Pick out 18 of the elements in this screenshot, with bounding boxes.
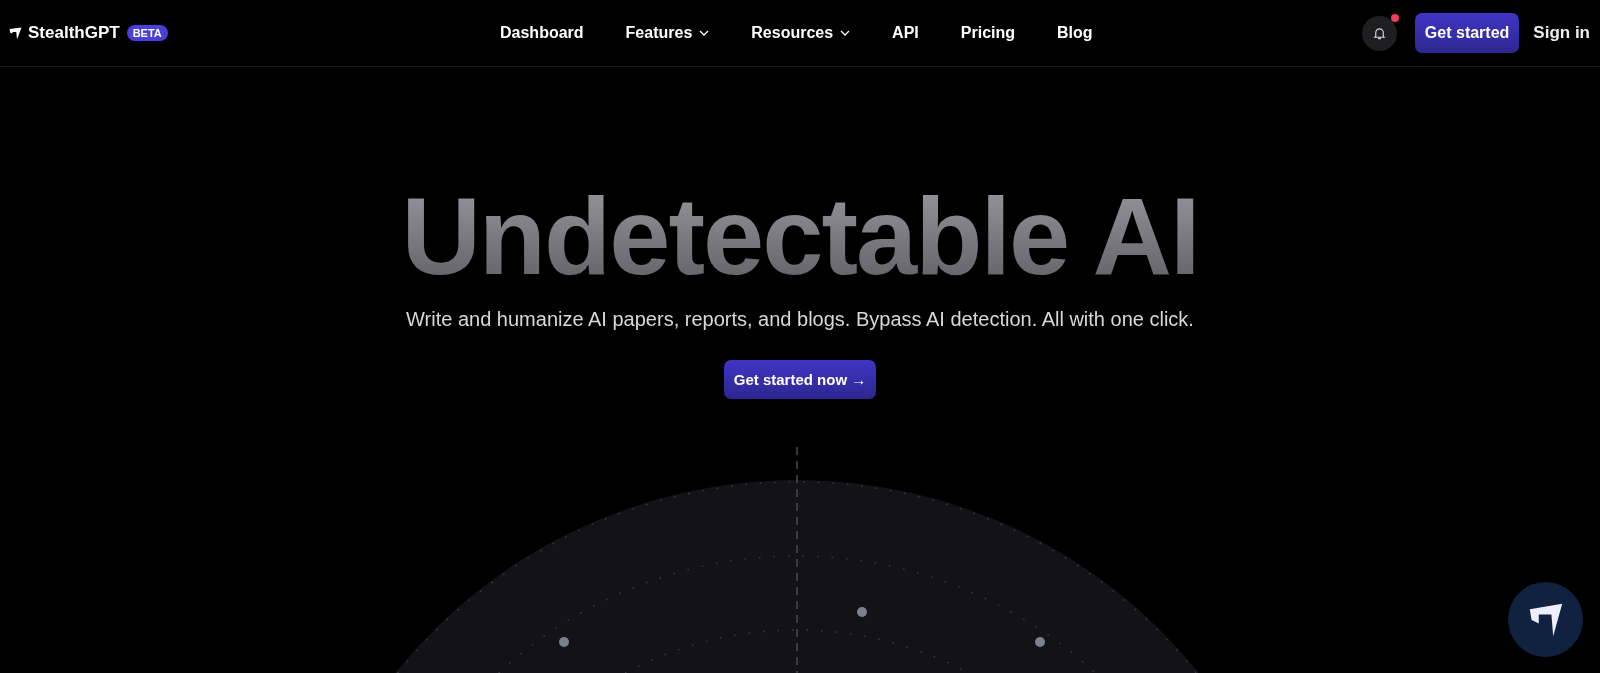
nav-link[interactable]: Pricing (960, 24, 1015, 42)
notification-button[interactable] (1361, 15, 1397, 51)
bell-icon (1371, 25, 1387, 41)
get-started-button[interactable]: Get started (1414, 13, 1520, 53)
hero-subtitle: Write and humanize AI papers, reports, and blogs. Bypass AI detection. All with one click. (406, 308, 1194, 331)
logo-icon[interactable] (8, 25, 23, 41)
nav-link[interactable]: API (892, 24, 919, 42)
paper-plane-icon (1527, 601, 1564, 638)
brand-name[interactable]: StealthGPT (28, 23, 120, 43)
beta-badge: BETA (126, 25, 168, 41)
chevron-down-icon (699, 30, 710, 36)
chevron-down-icon (840, 30, 851, 36)
get-started-now-button[interactable]: Get started now → (723, 360, 877, 399)
nav-link[interactable]: Blog (1057, 24, 1093, 42)
nav-link[interactable]: Resources (751, 24, 851, 42)
sign-in-link[interactable]: Sign in (1533, 23, 1590, 43)
nav-link[interactable]: Dashboard (500, 24, 584, 42)
nav-link[interactable]: Features (625, 24, 710, 42)
